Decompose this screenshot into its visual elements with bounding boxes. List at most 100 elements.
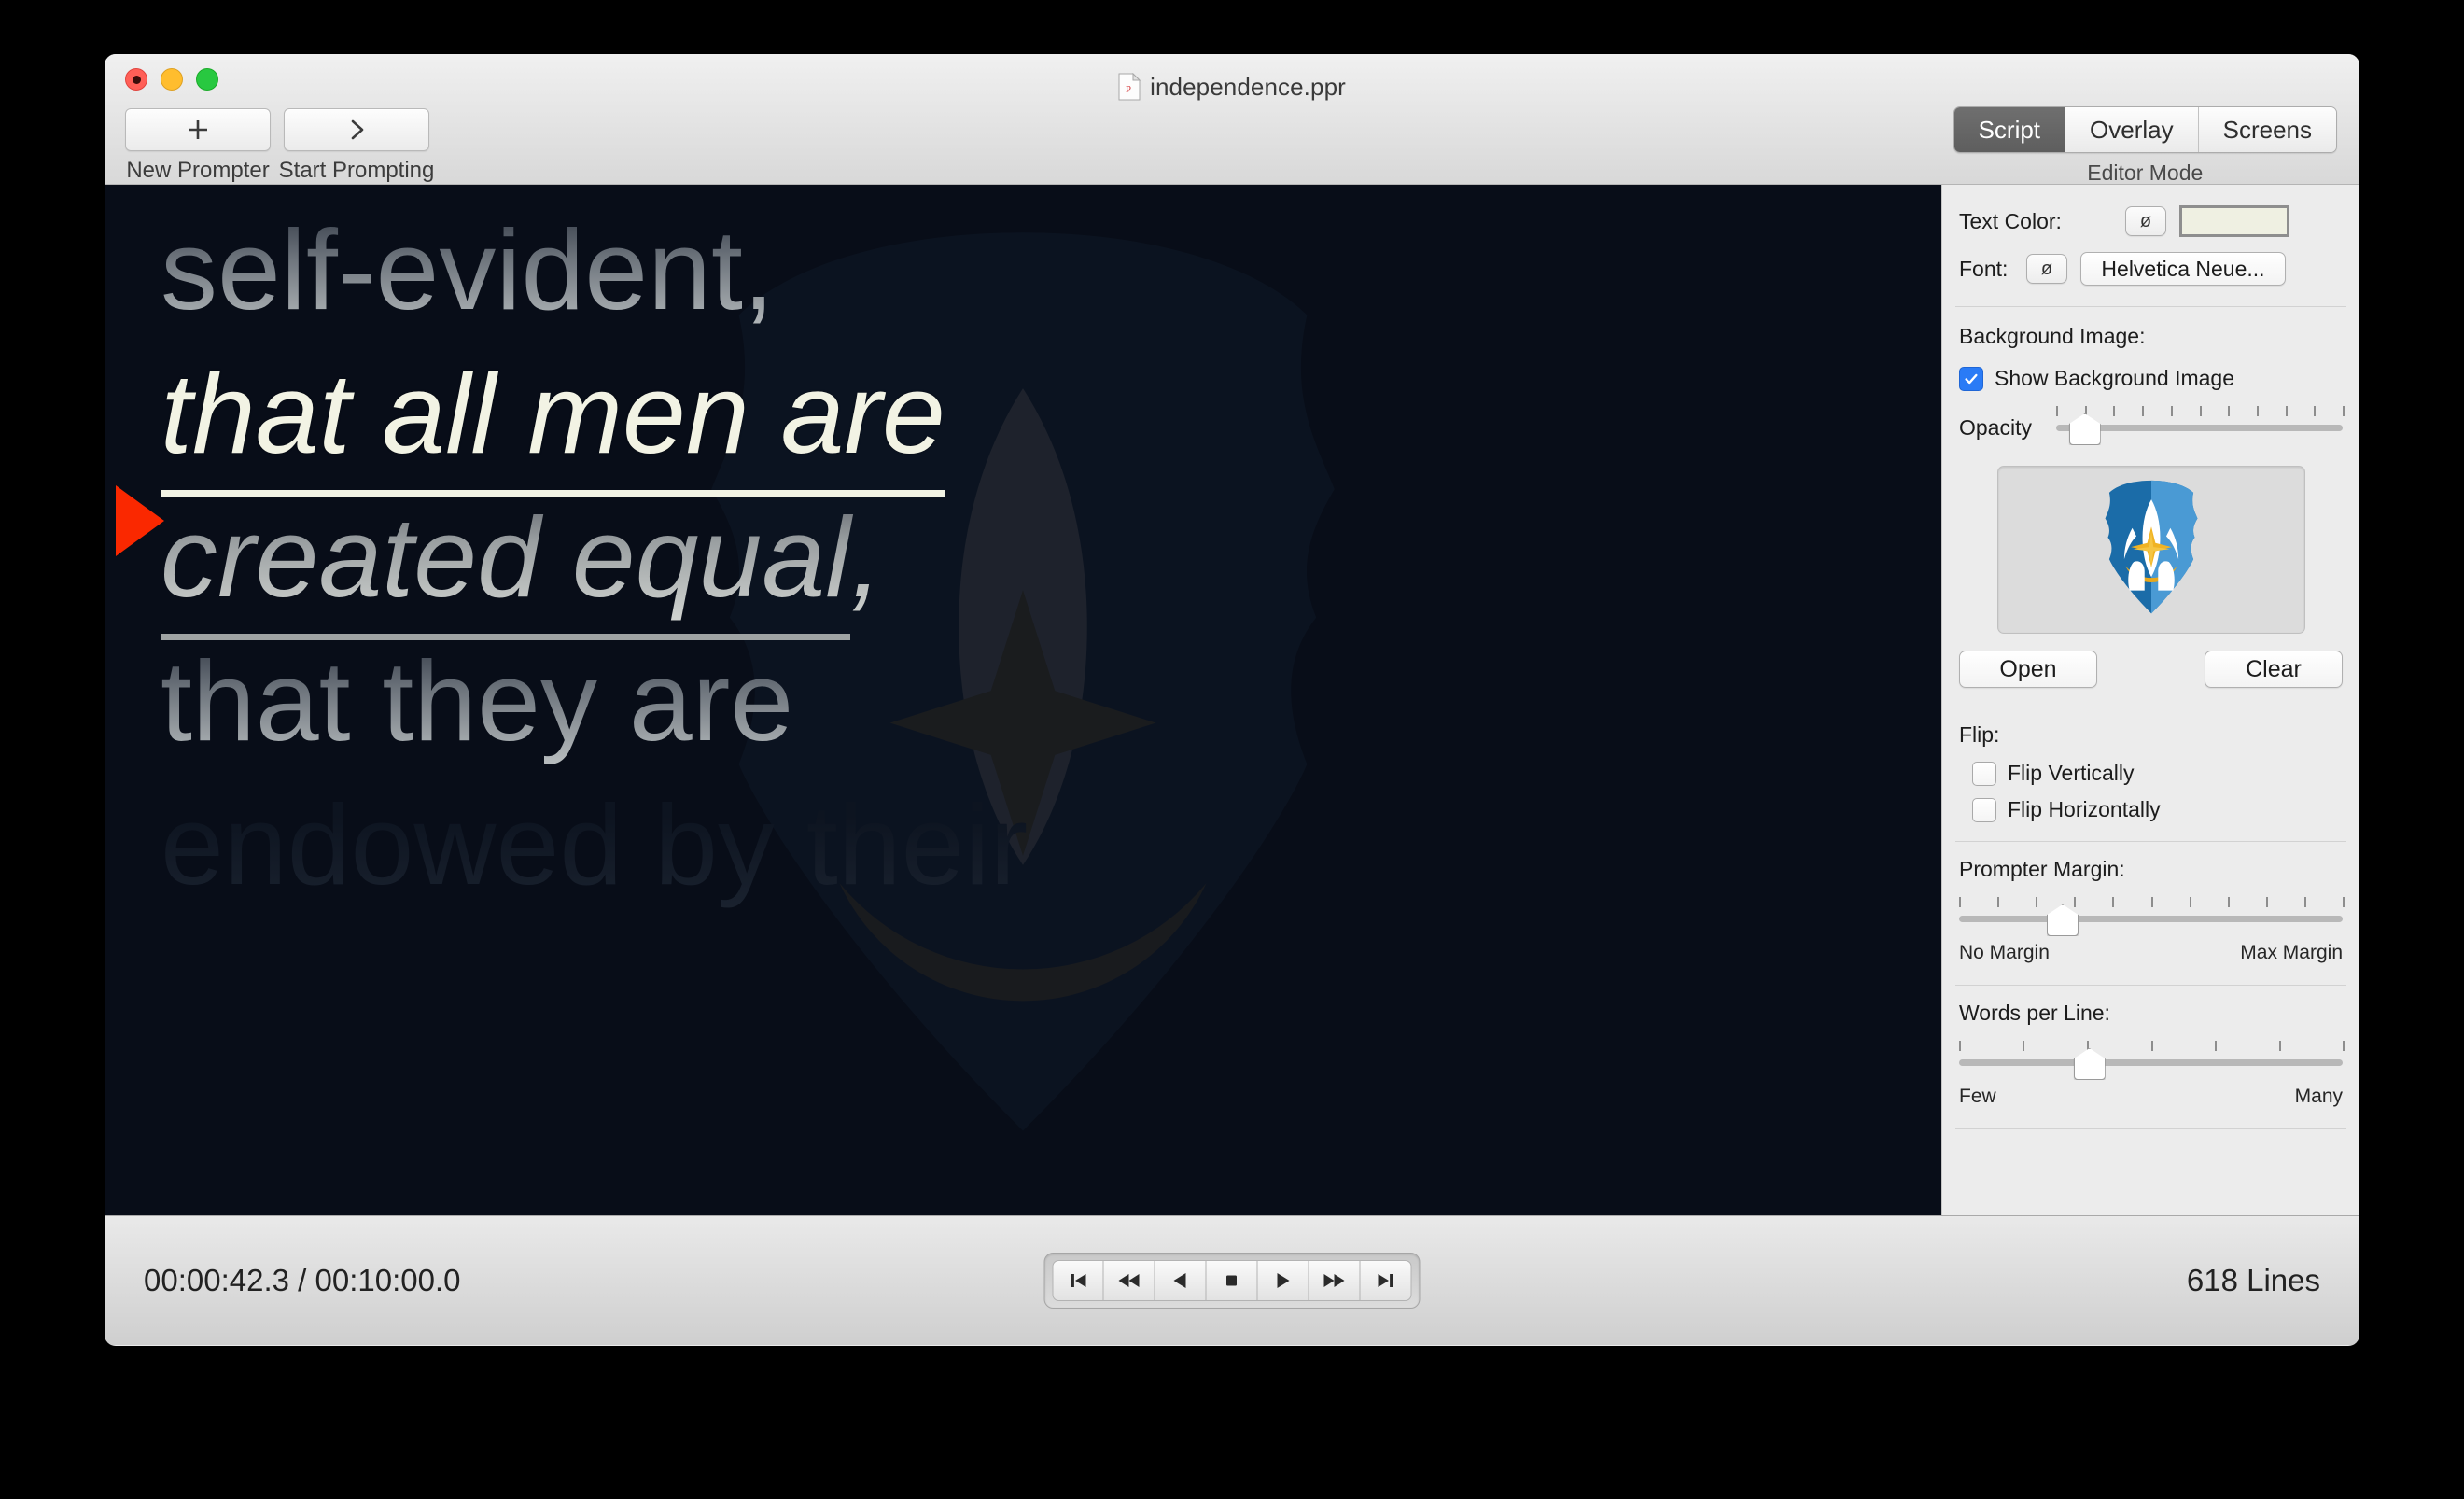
toolbar-actions: New Prompter Start Prompting [125,108,434,184]
open-background-image-button[interactable]: Open [1959,651,2097,688]
background-image-label: Background Image: [1959,324,2146,348]
new-prompter-button[interactable] [125,108,271,151]
play-icon [1269,1269,1297,1292]
current-line-cursor-icon [116,485,164,556]
words-per-line-max-label: Many [2294,1086,2343,1107]
prompter-margin-min-label: No Margin [1959,942,2050,963]
app-window: P independence.ppr New Prompter Start Pr… [105,54,2359,1346]
script-line-text: that they are [161,629,793,773]
rewind-button[interactable] [1103,1260,1155,1301]
flip-vertically-label: Flip Vertically [2008,761,2135,785]
script-line-current: that all men are [161,342,1941,497]
words-per-line-slider-track[interactable] [1959,1059,2343,1066]
plus-icon [185,117,211,143]
show-background-image-row[interactable]: Show Background Image [1959,366,2343,391]
text-color-swatch[interactable] [2179,205,2289,237]
prompter-margin-range-labels: No Margin Max Margin [1959,942,2343,964]
text-color-label: Text Color: [1959,208,2062,233]
script-line-underlined: that all men are [161,350,945,497]
prompter-margin-slider-thumb[interactable] [2046,904,2079,936]
opacity-row: Opacity [1959,406,2345,449]
prompter-margin-max-label: Max Margin [2240,942,2343,963]
words-per-line-min-label: Few [1959,1086,1996,1107]
prompter-script-lines: self-evident, that all men are created e… [105,185,1941,1215]
flip-horizontally-row[interactable]: Flip Horizontally [1959,797,2343,822]
script-line-trailing: , [850,494,883,621]
rewind-icon [1115,1269,1143,1292]
line-count-display: 618 Lines [2186,1263,2320,1297]
window-title-area: P independence.ppr [105,71,2359,103]
skip-to-end-icon [1372,1269,1400,1292]
font-picker-button[interactable]: Helvetica Neue... [2080,252,2286,286]
words-per-line-section: Words per Line: Few Many [1942,986,2359,1108]
editor-mode-caption: Editor Mode [2087,161,2204,185]
script-line-text: self-evident, [161,198,775,342]
script-line-text: endowed by their [161,773,1028,917]
start-prompting-item: Start Prompting [279,108,434,184]
transport-controls [1043,1253,1421,1309]
script-line-text: created equal, [161,485,883,640]
prompter-canvas[interactable]: self-evident, that all men are created e… [105,185,1941,1215]
script-line-underlined: created equal [161,494,851,640]
background-image-section: Background Image: Show Background Image … [1942,307,2359,688]
show-background-image-label: Show Background Image [1995,366,2234,390]
flip-horizontally-label: Flip Horizontally [2008,797,2161,821]
text-color-row: Text Color: ø [1942,185,2359,237]
clear-background-image-button[interactable]: Clear [2205,651,2343,688]
new-prompter-label: New Prompter [126,158,270,183]
words-per-line-slider[interactable] [1959,1041,2345,1084]
prompter-margin-label: Prompter Margin: [1959,857,2125,881]
stop-button[interactable] [1206,1260,1258,1301]
skip-to-start-icon [1064,1269,1092,1292]
font-label: Font: [1959,256,2009,281]
script-line-text: that all men are [161,342,945,497]
opacity-label: Opacity [1959,414,2032,440]
inspector-panel: Text Color: ø Font: ø Helvetica Neue... … [1941,185,2359,1215]
font-reset-button[interactable]: ø [2026,254,2067,284]
editor-mode-segmented: Script Overlay Screens [1953,106,2337,153]
new-prompter-item: New Prompter [125,108,271,184]
skip-to-start-button[interactable] [1052,1260,1104,1301]
show-background-image-checkbox[interactable] [1959,366,1983,391]
window-title: independence.ppr [1150,72,1346,101]
skip-to-end-button[interactable] [1360,1260,1412,1301]
words-per-line-range-labels: Few Many [1959,1086,2343,1108]
fast-forward-icon [1321,1269,1349,1292]
flip-label: Flip: [1959,722,2000,747]
tab-script[interactable]: Script [1953,107,2065,152]
play-reverse-button[interactable] [1155,1260,1207,1301]
play-reverse-icon [1167,1269,1195,1292]
background-image-thumbnail[interactable] [1996,466,2305,634]
prompter-margin-section: Prompter Margin: No Margin Max Margin [1942,842,2359,964]
prompter-margin-slider-track[interactable] [1959,916,2343,922]
editor-mode-control: Script Overlay Screens Editor Mode [1953,106,2337,186]
flip-horizontally-checkbox[interactable] [1972,797,1996,822]
window-body: self-evident, that all men are created e… [105,185,2359,1215]
fast-forward-button[interactable] [1309,1260,1361,1301]
script-line-continuation: created equal, [161,485,1941,640]
script-line: that they are [161,629,1941,773]
script-line: self-evident, [161,198,1941,342]
start-prompting-button[interactable] [284,108,429,151]
flip-vertically-row[interactable]: Flip Vertically [1959,761,2343,786]
tab-overlay[interactable]: Overlay [2065,107,2198,152]
words-per-line-label: Words per Line: [1959,1001,2110,1025]
font-row: Font: ø Helvetica Neue... [1942,237,2359,286]
opacity-slider-thumb[interactable] [2068,413,2101,445]
status-bar: 00:00:42.3 / 00:10:00.0 618 Lines [105,1215,2359,1345]
start-prompting-label: Start Prompting [278,158,435,183]
background-image-buttons: Open Clear [1959,651,2343,688]
opacity-slider-ticks [2056,406,2345,417]
tab-screens[interactable]: Screens [2197,107,2336,152]
timecode-display: 00:00:42.3 / 00:10:00.0 [144,1263,461,1297]
prompter-margin-slider-ticks [1959,897,2345,908]
words-per-line-slider-thumb[interactable] [2073,1048,2106,1080]
flip-vertically-checkbox[interactable] [1972,761,1996,786]
window-toolbar: P independence.ppr New Prompter Start Pr… [105,54,2359,185]
play-button[interactable] [1257,1260,1309,1301]
svg-text:P: P [1126,84,1131,95]
opacity-slider[interactable] [2056,406,2345,449]
words-per-line-slider-ticks [1959,1041,2345,1052]
text-color-reset-button[interactable]: ø [2125,206,2166,236]
prompter-margin-slider[interactable] [1959,897,2345,940]
